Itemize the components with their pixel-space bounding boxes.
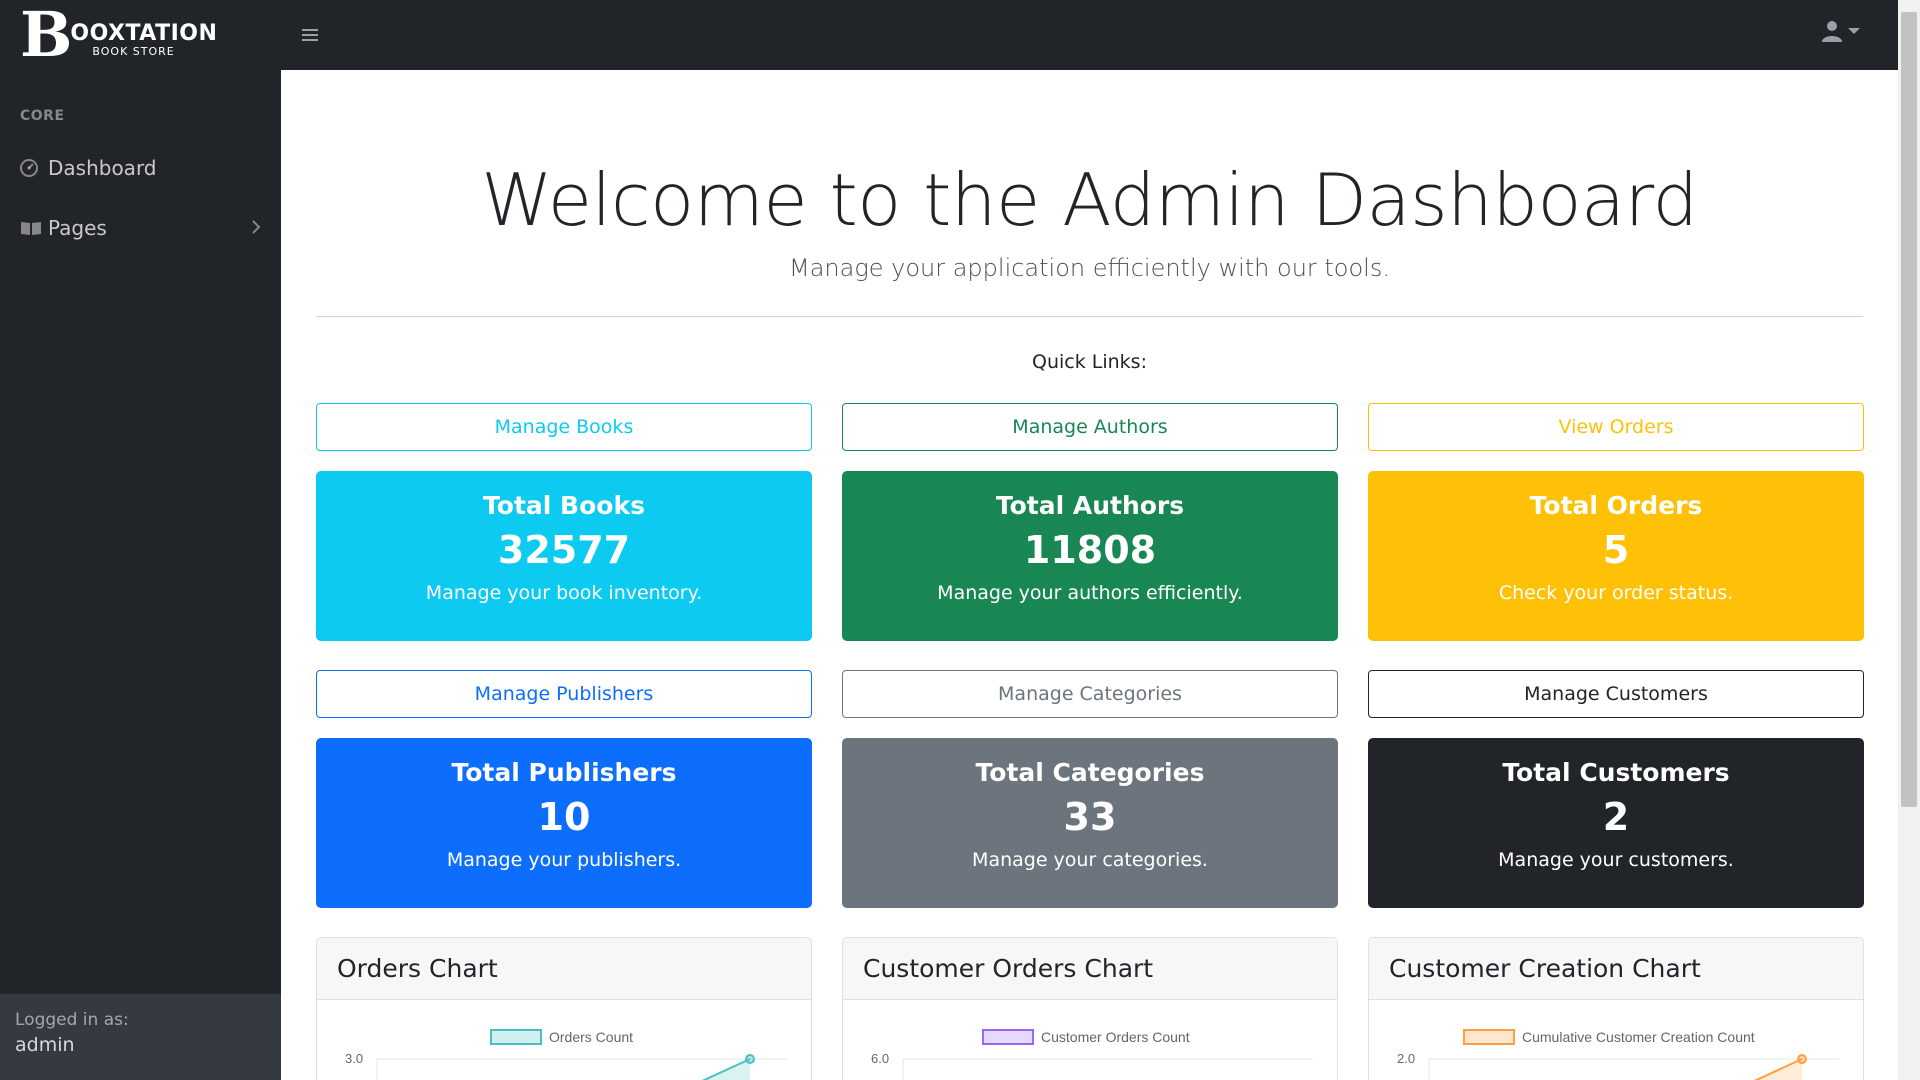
welcome-jumbotron: Welcome to the Admin Dashboard Manage yo…: [281, 70, 1898, 282]
logged-in-caption: Logged in as:: [15, 1010, 129, 1030]
sidebar-item-label: Pages: [48, 216, 107, 240]
y-tick-label: 2.0: [1397, 1051, 1415, 1066]
book-open-icon: [20, 220, 48, 236]
card-text: Manage your categories.: [972, 849, 1208, 871]
card-title: Total Authors: [995, 491, 1185, 520]
total-categories-card: Total Categories 33 Manage your categori…: [842, 738, 1338, 908]
manage-publishers-button[interactable]: Manage Publishers: [316, 670, 812, 718]
orders-chart: Orders Count 3.0: [345, 1029, 787, 1080]
card-title: Total Publishers: [451, 758, 677, 787]
brand-logo[interactable]: B OOXTATION BOOK STORE: [0, 0, 280, 70]
section-books: Manage Books Total Books 32577 Manage yo…: [316, 403, 812, 641]
total-authors-card: Total Authors 11808 Manage your authors …: [842, 471, 1338, 641]
area-fill: [1756, 1059, 1802, 1080]
page-scrollbar[interactable]: [1898, 0, 1920, 1080]
chart-title: Orders Chart: [317, 938, 811, 1000]
card-value: 5: [1602, 528, 1630, 572]
chart-title: Customer Creation Chart: [1369, 938, 1863, 1000]
brand-name: OOXTATION: [70, 21, 218, 46]
card-title: Total Categories: [975, 758, 1205, 787]
chevron-right-icon: [251, 216, 261, 240]
charts-row: Orders Chart Orders Count 3.0 Customer O…: [316, 937, 1864, 1080]
brand-subtitle: BOOK STORE: [92, 45, 175, 58]
page-title: Welcome to the Admin Dashboard: [481, 158, 1698, 242]
chart-title: Customer Orders Chart: [843, 938, 1337, 1000]
user-menu-dropdown[interactable]: [1822, 20, 1860, 42]
quick-links-label: Quick Links:: [1032, 351, 1147, 373]
section-authors: Manage Authors Total Authors 11808 Manag…: [842, 403, 1338, 641]
legend-label[interactable]: Cumulative Customer Creation Count: [1522, 1029, 1755, 1045]
total-books-card: Total Books 32577 Manage your book inven…: [316, 471, 812, 641]
top-navbar: B OOXTATION BOOK STORE: [0, 0, 1920, 70]
section-customers: Manage Customers Total Customers 2 Manag…: [1368, 670, 1864, 908]
customer-creation-chart-card: Customer Creation Chart Cumulative Custo…: [1368, 937, 1864, 1080]
page-lead: Manage your application efficiently with…: [789, 254, 1390, 282]
legend-swatch: [1463, 1029, 1515, 1045]
card-title: Total Customers: [1502, 758, 1730, 787]
sidebar-heading-core: CORE: [20, 108, 65, 124]
user-icon: [1822, 21, 1842, 42]
section-publishers: Manage Publishers Total Publishers 10 Ma…: [316, 670, 812, 908]
card-text: Manage your authors efficiently.: [937, 582, 1243, 604]
card-value: 10: [537, 795, 591, 839]
brand-logo-letter: B: [20, 0, 72, 71]
card-text: Check your order status.: [1498, 582, 1734, 604]
hamburger-icon: [302, 29, 318, 41]
scrollbar-thumb[interactable]: [1901, 12, 1917, 807]
manage-books-button[interactable]: Manage Books: [316, 403, 812, 451]
legend-swatch: [490, 1029, 542, 1045]
card-text: Manage your book inventory.: [425, 582, 703, 604]
sidebar-item-dashboard[interactable]: Dashboard: [0, 138, 281, 198]
area-fill: [704, 1059, 750, 1080]
total-orders-card: Total Orders 5 Check your order status.: [1368, 471, 1864, 641]
manage-customers-button[interactable]: Manage Customers: [1368, 670, 1864, 718]
card-value: 2: [1602, 795, 1630, 839]
quick-links-row-1: Manage Books Total Books 32577 Manage yo…: [316, 403, 1864, 641]
main-content: Welcome to the Admin Dashboard Manage yo…: [281, 70, 1898, 1080]
view-orders-button[interactable]: View Orders: [1368, 403, 1864, 451]
card-title: Total Orders: [1529, 491, 1703, 520]
card-value: 11808: [1023, 528, 1157, 572]
sidebar-item-label: Dashboard: [48, 156, 157, 180]
legend-swatch: [982, 1029, 1034, 1045]
legend-label[interactable]: Customer Orders Count: [1041, 1029, 1190, 1045]
data-point[interactable]: [745, 1054, 755, 1064]
y-tick-label: 3.0: [345, 1051, 363, 1066]
legend-label[interactable]: Orders Count: [549, 1029, 633, 1045]
sidebar-item-pages[interactable]: Pages: [0, 198, 281, 258]
card-text: Manage your customers.: [1498, 849, 1734, 871]
divider: [316, 316, 1863, 317]
sidebar-toggle-button[interactable]: [292, 17, 328, 53]
card-title: Total Books: [483, 491, 645, 520]
quick-links-row-2: Manage Publishers Total Publishers 10 Ma…: [316, 670, 1864, 908]
section-orders: View Orders Total Orders 5 Check your or…: [1368, 403, 1864, 641]
caret-down-icon: [1848, 28, 1860, 34]
logged-in-username: admin: [15, 1034, 75, 1056]
y-tick-label: 6.0: [871, 1051, 889, 1066]
sidebar: CORE Dashboard Pages Logged in as: admin: [0, 70, 281, 1080]
total-customers-card: Total Customers 2 Manage your customers.: [1368, 738, 1864, 908]
orders-chart-card: Orders Chart Orders Count 3.0: [316, 937, 812, 1080]
card-text: Manage your publishers.: [446, 849, 682, 871]
customer-orders-chart: Customer Orders Count 6.0: [871, 1029, 1313, 1080]
data-point[interactable]: [1797, 1054, 1807, 1064]
dashboard-icon: [20, 159, 48, 177]
customer-creation-chart: Cumulative Customer Creation Count 2.0: [1397, 1029, 1839, 1080]
card-value: 33: [1063, 795, 1117, 839]
sidebar-footer: Logged in as: admin: [0, 994, 281, 1080]
card-value: 32577: [497, 528, 631, 572]
customer-orders-chart-card: Customer Orders Chart Customer Orders Co…: [842, 937, 1338, 1080]
manage-authors-button[interactable]: Manage Authors: [842, 403, 1338, 451]
manage-categories-button[interactable]: Manage Categories: [842, 670, 1338, 718]
total-publishers-card: Total Publishers 10 Manage your publishe…: [316, 738, 812, 908]
section-categories: Manage Categories Total Categories 33 Ma…: [842, 670, 1338, 908]
